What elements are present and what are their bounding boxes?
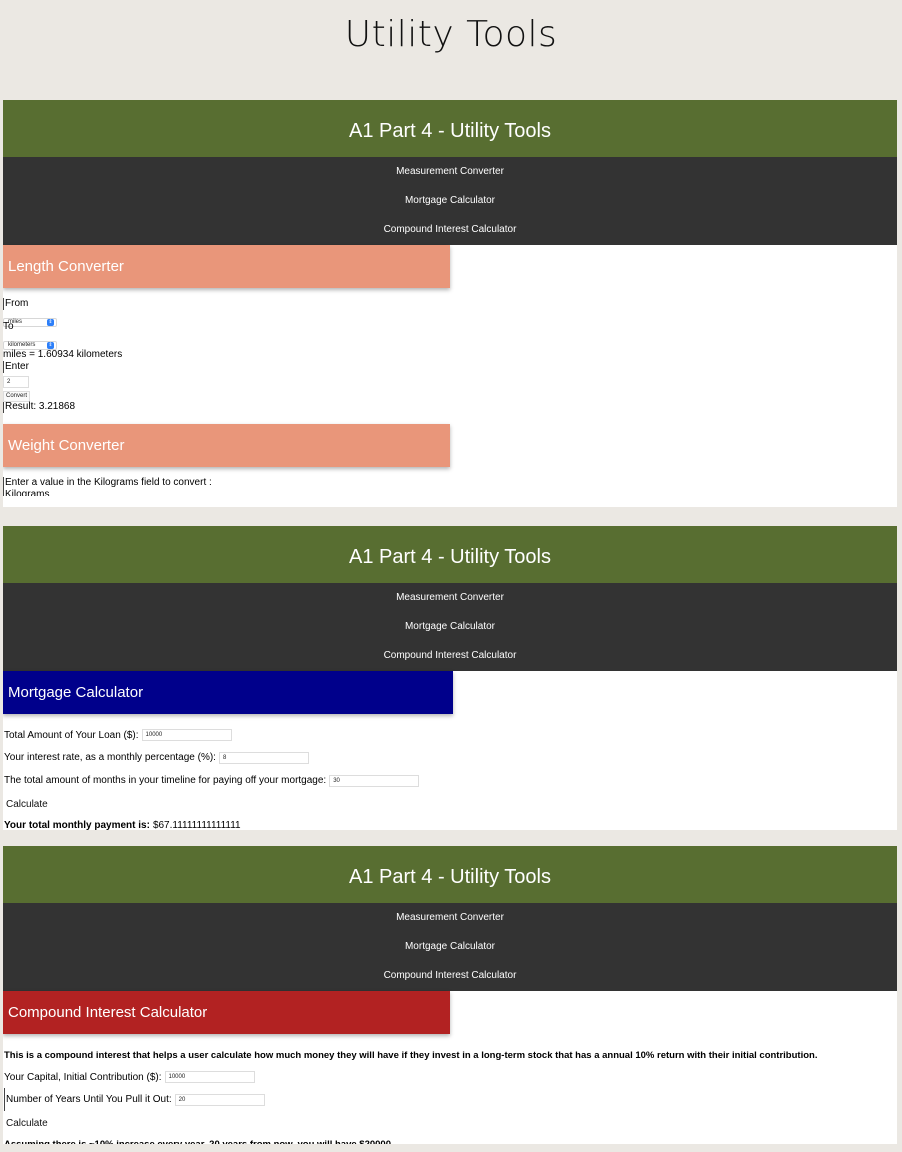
- screenshot-measurement: A1 Part 4 - Utility Tools Measurement Co…: [3, 100, 897, 507]
- site-nav: Measurement Converter Mortgage Calculato…: [3, 583, 897, 671]
- length-result: Result: 3.21868: [3, 401, 897, 413]
- page-title: Utility Tools: [344, 14, 558, 55]
- mortgage-calculate-button[interactable]: Calculate: [4, 793, 50, 817]
- years-label: Number of Years Until You Pull it Out:: [6, 1094, 172, 1105]
- length-converter-banner: Length Converter: [3, 245, 450, 288]
- rate-label: Your interest rate, as a monthly percent…: [4, 752, 216, 763]
- weight-instruction: Enter a value in the Kilograms field to …: [3, 477, 897, 489]
- conversion-ratio: miles = 1.60934 kilometers: [3, 349, 123, 360]
- enter-label: Enter: [3, 361, 897, 373]
- site-nav: Measurement Converter Mortgage Calculato…: [3, 157, 897, 245]
- mortgage-calculator-banner: Mortgage Calculator: [3, 671, 453, 714]
- nav-mortgage-calculator[interactable]: Mortgage Calculator: [3, 933, 897, 962]
- nav-compound-interest-calculator[interactable]: Compound Interest Calculator: [3, 962, 897, 991]
- mortgage-result-label: Your total monthly payment is:: [4, 819, 150, 831]
- to-unit-value: kilometers: [8, 342, 36, 348]
- compound-description: This is a compound interest that helps a…: [4, 1049, 818, 1061]
- from-label: From: [3, 298, 897, 310]
- rate-input[interactable]: 8: [218, 751, 309, 764]
- capital-input[interactable]: 10000: [164, 1071, 255, 1083]
- compound-calculate-button[interactable]: Calculate: [4, 1112, 50, 1136]
- loan-label: Total Amount of Your Loan ($):: [4, 729, 139, 741]
- to-label: To: [3, 321, 14, 332]
- kilograms-label: Kilograms: [3, 489, 897, 496]
- site-header: A1 Part 4 - Utility Tools: [3, 846, 897, 903]
- screenshot-mortgage: A1 Part 4 - Utility Tools Measurement Co…: [3, 526, 897, 830]
- loan-input[interactable]: 10000: [141, 729, 232, 741]
- compound-calculator-banner: Compound Interest Calculator: [3, 991, 450, 1034]
- years-input[interactable]: 20: [174, 1093, 265, 1106]
- nav-measurement-converter[interactable]: Measurement Converter: [3, 158, 897, 187]
- weight-converter-banner: Weight Converter: [3, 424, 450, 467]
- nav-measurement-converter[interactable]: Measurement Converter: [3, 904, 897, 933]
- chevron-updown-icon: ⇕: [47, 341, 54, 349]
- compound-result: Assuming there is ~10% increase every ye…: [4, 1138, 391, 1145]
- months-label: The total amount of months in your timel…: [4, 775, 327, 786]
- site-header: A1 Part 4 - Utility Tools: [3, 526, 897, 583]
- site-nav: Measurement Converter Mortgage Calculato…: [3, 903, 897, 991]
- months-input[interactable]: 30: [329, 774, 420, 787]
- nav-mortgage-calculator[interactable]: Mortgage Calculator: [3, 187, 897, 216]
- nav-measurement-converter[interactable]: Measurement Converter: [3, 584, 897, 613]
- screenshot-compound: A1 Part 4 - Utility Tools Measurement Co…: [3, 846, 897, 1144]
- site-header: A1 Part 4 - Utility Tools: [3, 100, 897, 157]
- nav-mortgage-calculator[interactable]: Mortgage Calculator: [3, 613, 897, 642]
- chevron-updown-icon: ⇕: [47, 318, 54, 326]
- mortgage-result-value: $67.11111111111111: [152, 819, 241, 831]
- nav-compound-interest-calculator[interactable]: Compound Interest Calculator: [3, 642, 897, 671]
- nav-compound-interest-calculator[interactable]: Compound Interest Calculator: [3, 216, 897, 245]
- capital-label: Your Capital, Initial Contribution ($):: [4, 1071, 162, 1083]
